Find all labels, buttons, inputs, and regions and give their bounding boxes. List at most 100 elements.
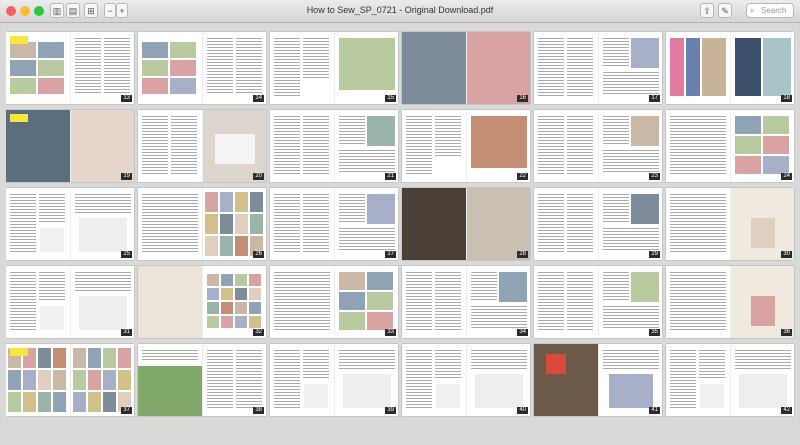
text-block — [303, 116, 329, 174]
photo — [138, 366, 202, 416]
photo — [220, 192, 233, 212]
photo — [38, 370, 51, 390]
photo — [118, 348, 131, 368]
page-thumbnail[interactable]: 20 — [138, 110, 266, 182]
page-thumbnail[interactable]: 27 — [270, 188, 398, 260]
text-block — [406, 116, 432, 174]
page-thumbnail[interactable]: 19 — [6, 110, 134, 182]
page-thumbnail[interactable]: 22 — [402, 110, 530, 182]
photo — [249, 302, 261, 314]
page-thumbnail[interactable]: 32 — [138, 266, 266, 338]
page-thumbnail[interactable]: 25 — [6, 188, 134, 260]
page-thumbnail[interactable]: 41 — [534, 344, 662, 416]
text-block — [538, 194, 564, 252]
photo — [235, 214, 248, 234]
text-block — [567, 38, 593, 96]
page-thumbnail[interactable]: 16 — [402, 32, 530, 104]
text-block — [567, 194, 593, 252]
text-block — [406, 272, 432, 330]
page-thumbnail[interactable]: 30 — [666, 188, 794, 260]
photo — [735, 136, 761, 154]
right-page — [730, 110, 794, 182]
right-page — [598, 266, 662, 338]
text-block — [339, 150, 395, 174]
photo — [546, 354, 566, 374]
photo — [235, 236, 248, 256]
photo — [631, 194, 659, 224]
right-page — [202, 32, 266, 104]
right-page — [334, 188, 398, 260]
left-page — [270, 344, 334, 416]
photo — [88, 370, 101, 390]
text-block — [471, 350, 527, 370]
page-thumbnail[interactable]: 34 — [402, 266, 530, 338]
right-page — [70, 344, 134, 416]
photo — [763, 116, 789, 134]
page-thumbnail[interactable]: 17 — [534, 32, 662, 104]
page-thumbnail[interactable]: 37 — [6, 344, 134, 416]
right-page — [466, 344, 530, 416]
page-number-label: 42 — [781, 407, 792, 414]
text-block — [471, 306, 527, 330]
markup-button[interactable]: ✎ — [718, 3, 732, 18]
left-page — [270, 266, 334, 338]
page-thumbnail[interactable]: 23 — [534, 110, 662, 182]
text-block — [142, 350, 198, 362]
text-block — [339, 194, 365, 224]
page-thumbnail[interactable]: 29 — [534, 188, 662, 260]
page-number-label: 36 — [781, 329, 792, 336]
photo — [73, 370, 86, 390]
page-thumbnail[interactable]: 36 — [666, 266, 794, 338]
left-page — [666, 266, 730, 338]
window-title: How to Sew_SP_0721 - Original Download.p… — [306, 5, 494, 15]
page-thumbnail[interactable]: 21 — [270, 110, 398, 182]
text-block — [538, 272, 564, 330]
photo — [235, 316, 247, 328]
photo — [53, 392, 66, 412]
photo — [249, 288, 261, 300]
page-number-label: 33 — [385, 329, 396, 336]
right-page — [70, 32, 134, 104]
text-block — [339, 350, 395, 370]
left-page — [666, 188, 730, 260]
page-thumbnail[interactable]: 14 — [138, 32, 266, 104]
page-thumbnail[interactable]: 15 — [270, 32, 398, 104]
left-page — [402, 188, 466, 260]
right-page — [466, 110, 530, 182]
page-number-label: 25 — [121, 251, 132, 258]
left-page — [138, 266, 202, 338]
photo — [221, 316, 233, 328]
photo — [751, 296, 775, 326]
text-block — [339, 116, 365, 146]
page-thumbnail[interactable]: 38 — [138, 344, 266, 416]
photo — [471, 116, 527, 168]
page-thumbnail[interactable]: 26 — [138, 188, 266, 260]
photo — [700, 384, 724, 408]
page-number-label: 23 — [649, 173, 660, 180]
page-thumbnail[interactable]: 28 — [402, 188, 530, 260]
text-block — [406, 350, 432, 408]
search-field[interactable]: ⌕ Search — [746, 3, 794, 18]
photo — [207, 316, 219, 328]
page-thumbnail[interactable]: 31 — [6, 266, 134, 338]
share-button[interactable]: ⇪ — [700, 3, 714, 18]
photo — [40, 306, 64, 330]
photo — [38, 348, 51, 368]
page-number-label: 20 — [253, 173, 264, 180]
page-thumbnail[interactable]: 13 — [6, 32, 134, 104]
photo — [367, 292, 393, 310]
page-thumbnail[interactable]: 35 — [534, 266, 662, 338]
photo — [249, 316, 261, 328]
text-block — [236, 350, 262, 408]
text-block — [670, 272, 726, 330]
page-thumbnail[interactable]: 24 — [666, 110, 794, 182]
page-thumbnail[interactable]: 33 — [270, 266, 398, 338]
photo — [207, 302, 219, 314]
right-page — [202, 266, 266, 338]
page-thumbnail[interactable]: 39 — [270, 344, 398, 416]
page-thumbnail[interactable]: 42 — [666, 344, 794, 416]
page-thumbnail[interactable]: 40 — [402, 344, 530, 416]
text-block — [603, 72, 659, 96]
right-page — [334, 110, 398, 182]
page-thumbnail[interactable]: 18 — [666, 32, 794, 104]
